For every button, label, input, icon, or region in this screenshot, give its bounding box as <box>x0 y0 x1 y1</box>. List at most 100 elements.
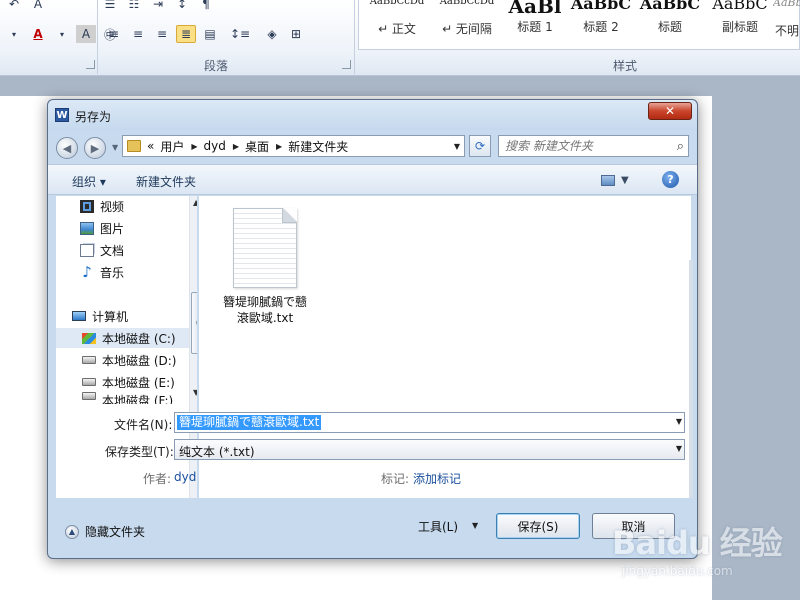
document-icon <box>80 243 94 257</box>
font-toolbar-top: ↶ A <box>4 0 48 14</box>
style-sample: AaBbC <box>639 0 701 13</box>
back-button[interactable]: ◀ <box>56 137 78 159</box>
style-heading-1[interactable]: AaBl 标题 1 <box>503 0 567 50</box>
nav-item-drive-d[interactable]: 本地磁盘 (D:) <box>82 350 197 370</box>
indent-icon[interactable]: ⇥ <box>148 0 168 13</box>
group-divider <box>97 0 98 74</box>
tags-label: 标记: <box>381 472 410 486</box>
forward-arrow-icon: ▶ <box>90 141 100 155</box>
tags-value[interactable]: 添加标记 <box>413 470 461 487</box>
font-dialog-launcher[interactable] <box>86 60 95 69</box>
close-button[interactable]: ✕ <box>648 102 692 120</box>
paragraph-group-label: 段落 <box>204 59 229 73</box>
clear-format-icon[interactable]: A <box>28 0 48 13</box>
paragraph-toolbar-top: ☰ ☷ ⇥ ↕ ¶ <box>100 0 216 14</box>
line-spacing-icon[interactable]: ↕≡ <box>230 25 250 43</box>
style-name: 标题 1 <box>517 20 553 34</box>
nav-item-label: 本地磁盘 (E:) <box>102 375 175 390</box>
tools-button[interactable]: 工具(L) <box>418 518 458 535</box>
nav-item-drive-c[interactable]: 本地磁盘 (C:) <box>56 328 189 348</box>
nav-item-label: 图片 <box>100 221 125 236</box>
nav-item-label: 计算机 <box>92 309 129 324</box>
nav-item-drive-e[interactable]: 本地磁盘 (E:) <box>82 372 197 392</box>
align-right-icon[interactable]: ≡ <box>152 25 172 43</box>
sort-icon[interactable]: ↕ <box>172 0 192 13</box>
style-subtle[interactable]: AaBb 不明 <box>773 0 800 50</box>
drive-icon <box>82 392 96 400</box>
show-marks-icon[interactable]: ¶ <box>196 0 216 13</box>
nav-item-videos[interactable]: 视频 <box>80 196 197 216</box>
style-title[interactable]: AaBbC 标题 <box>635 0 705 50</box>
search-input[interactable] <box>505 136 665 156</box>
paragraph-dialog-launcher[interactable] <box>342 60 351 69</box>
filename-dropdown-icon[interactable]: ▼ <box>676 417 682 426</box>
breadcrumb-separator-icon[interactable]: ▶ <box>233 142 239 151</box>
style-sample: AaBbCcDd <box>369 0 425 7</box>
nav-item-label: 视频 <box>100 199 125 214</box>
filename-label: 文件名(N): <box>114 418 173 432</box>
breadcrumb-new-folder[interactable]: 新建文件夹 <box>288 138 348 155</box>
align-left-icon[interactable]: ≡ <box>104 25 124 43</box>
style-subtitle[interactable]: AaBbC 副标题 <box>707 0 773 50</box>
justify-icon[interactable]: ≣ <box>176 25 196 43</box>
forward-button[interactable]: ▶ <box>84 137 106 159</box>
style-sample: AaBbC <box>712 0 768 13</box>
breadcrumb-overflow[interactable]: « <box>147 139 154 153</box>
align-center-icon[interactable]: ≡ <box>128 25 148 43</box>
font-color-icon[interactable]: A <box>28 25 48 43</box>
nav-item-documents[interactable]: 文档 <box>80 240 197 260</box>
address-bar[interactable]: « 用户 ▶ dyd ▶ 桌面 ▶ 新建文件夹 ▼ <box>122 135 465 157</box>
char-shading-icon[interactable]: A <box>76 25 96 43</box>
collapse-icon: ▲ <box>65 524 79 539</box>
scrollbar-thumb[interactable]: ≡ <box>191 292 197 354</box>
save-button[interactable]: 保存(S) <box>496 513 580 539</box>
organize-button[interactable]: 组织 ▾ <box>72 173 106 190</box>
style-heading-2[interactable]: AaBbC 标题 2 <box>569 0 633 50</box>
border-icon[interactable]: ⊞ <box>286 25 306 43</box>
distributed-icon[interactable]: ▤ <box>200 25 220 43</box>
nav-item-pictures[interactable]: 图片 <box>80 218 197 238</box>
tools-dropdown-icon[interactable]: ▼ <box>472 521 478 530</box>
filename-input[interactable]: 簪堤珋膩鍋で戆滖歐域.txt ▼ <box>174 412 685 433</box>
breadcrumb-separator-icon[interactable]: ▶ <box>191 142 197 151</box>
hide-folders-toggle[interactable]: ▲ 隐藏文件夹 <box>65 523 145 540</box>
style-name: 副标题 <box>721 20 758 34</box>
help-button[interactable]: ? <box>662 171 679 188</box>
dialog-title: 另存为 <box>75 110 112 124</box>
file-item[interactable]: 簪堤珋膩鍋で戆 滖歐域.txt <box>215 208 315 326</box>
scroll-up-icon[interactable]: ▲ <box>193 198 197 207</box>
style-no-spacing[interactable]: AaBbCcDd ↵ 无间隔 <box>433 0 501 50</box>
bullets-icon[interactable]: ☰ <box>100 0 120 13</box>
breadcrumb-users[interactable]: 用户 <box>160 138 184 155</box>
scroll-down-icon[interactable]: ▼ <box>193 388 197 397</box>
breadcrumb-desktop[interactable]: 桌面 <box>245 138 269 155</box>
nav-item-computer[interactable]: 计算机 <box>72 306 196 326</box>
shading-icon[interactable]: ◈ <box>262 25 282 43</box>
refresh-button[interactable]: ⟳ <box>469 135 491 157</box>
save-type-dropdown-icon[interactable]: ▼ <box>676 444 682 453</box>
new-folder-button[interactable]: 新建文件夹 <box>136 173 196 190</box>
breadcrumb-user[interactable]: dyd <box>204 139 226 153</box>
dropdown-arrow-icon[interactable]: ▾ <box>4 25 24 43</box>
save-type-select[interactable]: 纯文本 (*.txt) ▼ <box>174 439 685 460</box>
dialog-titlebar[interactable]: W 另存为 ✕ <box>48 100 697 130</box>
group-divider <box>354 0 355 74</box>
style-normal[interactable]: AaBbCcDd ↵ 正文 <box>363 0 431 50</box>
breadcrumb-separator-icon[interactable]: ▶ <box>276 142 282 151</box>
undo-icon[interactable]: ↶ <box>4 0 24 13</box>
nav-item-drive-f[interactable]: 本地磁盘 (F:) <box>82 392 197 404</box>
search-icon[interactable]: ⌕ <box>677 139 684 154</box>
paragraph-toolbar-row: ≡ ≡ ≡ ≣ ▤ ↕≡ ◈ ⊞ <box>104 24 306 44</box>
style-name: ↵ 正文 <box>378 22 416 36</box>
font-color-dropdown-icon[interactable]: ▾ <box>52 25 72 43</box>
numbering-icon[interactable]: ☷ <box>124 0 144 13</box>
change-view-button[interactable]: ▼ <box>601 172 635 188</box>
address-dropdown-icon[interactable]: ▼ <box>450 136 464 156</box>
nav-item-label: 本地磁盘 (D:) <box>102 353 177 368</box>
nav-item-music[interactable]: ♪ 音乐 <box>80 262 197 282</box>
picture-icon <box>80 221 94 235</box>
author-value[interactable]: dyd <box>174 470 196 484</box>
recent-locations-dropdown[interactable]: ▼ <box>112 143 118 152</box>
search-box[interactable]: ⌕ <box>498 135 689 157</box>
filename-value[interactable]: 簪堤珋膩鍋で戆滖歐域.txt <box>177 415 322 430</box>
